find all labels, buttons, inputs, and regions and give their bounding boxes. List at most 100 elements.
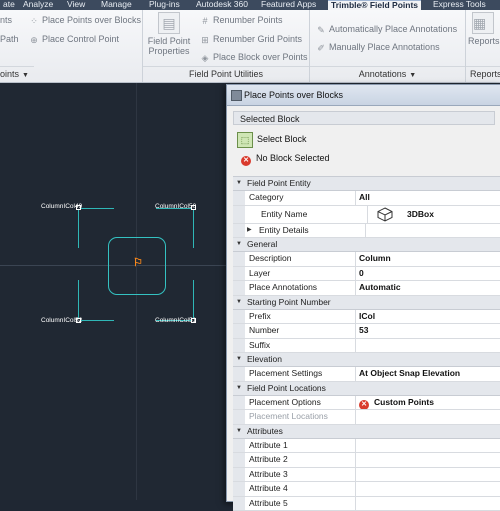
guide-line [193,280,194,320]
property-value[interactable]: Automatic [356,281,500,295]
place-points-over-blocks-dialog: Place Points over Blocks Selected Block … [226,84,500,502]
renumber-points-button[interactable]: #Renumber Points [200,15,283,26]
automatically-place-annotations-button[interactable]: ✎Automatically Place Annotations [316,24,457,35]
manual-annotate-icon: ✐ [316,44,326,53]
property-value[interactable]: 0 [356,267,500,281]
tab-trimble-field-points[interactable]: Trimble® Field Points [328,0,421,10]
property-key: Category [245,191,356,205]
guide-line [78,208,79,248]
property-value[interactable] [356,482,500,496]
property-value: Custom Points [374,397,434,407]
property-row-entity-details[interactable]: ▶Entity Details [233,224,500,239]
guide-line [78,208,114,209]
app-icon [231,90,242,101]
property-key: Placement Settings [245,367,356,381]
property-row-placement-settings[interactable]: Placement SettingsAt Object Snap Elevati… [233,367,500,382]
tab-manage[interactable]: Manage [98,0,135,10]
section-field-point-locations[interactable]: ▼Field Point Locations [233,382,500,396]
property-key: Prefix [245,310,356,324]
section-elevation[interactable]: ▼Elevation [233,353,500,367]
place-points-over-blocks-button[interactable]: ⁘Place Points over Blocks [29,15,141,26]
property-value[interactable] [356,468,500,482]
tab-featured-apps[interactable]: Featured Apps [258,0,319,10]
report-icon: ▦ [472,12,494,34]
property-key: Attribute 4 [245,482,356,496]
no-block-text: No Block Selected [256,153,330,163]
property-value[interactable] [356,339,500,353]
property-value[interactable] [366,224,500,238]
section-label: General [247,239,277,249]
property-row-attribute-5[interactable]: Attribute 5 [233,497,500,511]
property-key: Attribute 3 [245,468,356,482]
select-block-label: Select Block [257,134,307,144]
property-row-attribute-3[interactable]: Attribute 3 [233,468,500,483]
property-value[interactable]: 53 [356,324,500,338]
tab-plugins[interactable]: Plug-ins [146,0,183,10]
property-row-prefix[interactable]: PrefixICol [233,310,500,325]
tab-express-tools[interactable]: Express Tools [430,0,489,10]
place-control-point-button[interactable]: ⊕Place Control Point [29,34,119,45]
tab-create[interactable]: ate [0,0,18,10]
collapse-icon: ▼ [236,353,242,366]
property-value-placement-options[interactable]: ✕Custom Points [356,396,500,410]
property-key: Place Annotations [245,281,356,295]
property-row-attribute-1[interactable]: Attribute 1 [233,439,500,454]
property-row-place-annotations[interactable]: Place AnnotationsAutomatic [233,281,500,296]
ribbon-item-points-truncated[interactable]: nts [0,15,12,25]
ribbon-item-path-truncated[interactable]: Path [0,34,19,44]
property-value[interactable] [356,453,500,467]
section-field-point-entity[interactable]: ▼Field Point Entity [233,177,500,191]
property-value[interactable]: All [356,191,500,205]
expand-icon[interactable]: ▶ [247,224,252,238]
property-value[interactable] [356,439,500,453]
property-row-entity-name[interactable]: Entity Name3DBox [233,206,500,224]
ribbon-group-annotations[interactable]: Annotations▼ [310,66,465,82]
property-key: Suffix [245,339,356,353]
property-key: Entity Name [245,206,368,223]
place-block-over-points-button[interactable]: ◈Place Block over Points [200,52,308,63]
dialog-title-bar[interactable]: Place Points over Blocks [227,85,500,106]
cube-icon [377,207,393,222]
ribbon-group-label: Annotations [359,69,407,79]
collapse-icon: ▼ [236,296,242,309]
error-icon: ✕ [241,156,251,166]
ribbon-group-points[interactable]: oints▼ [0,66,34,82]
renumber-grid-points-button[interactable]: ⊞Renumber Grid Points [200,34,302,45]
property-value[interactable]: At Object Snap Elevation [356,367,500,381]
field-point-properties-button[interactable]: ▤ Field Point Properties [146,12,192,56]
guide-line [78,320,114,321]
property-row-description[interactable]: DescriptionColumn [233,252,500,267]
property-key: Attribute 1 [245,439,356,453]
property-row-category[interactable]: CategoryAll [233,191,500,206]
property-key: Description [245,252,356,266]
section-label: Attributes [247,426,283,436]
property-row-attribute-4[interactable]: Attribute 4 [233,482,500,497]
select-block-button[interactable]: ⬚Select Block [237,130,307,148]
ribbon-item-label: Renumber Grid Points [213,34,302,44]
reports-button[interactable]: ▦ Reports [468,12,500,46]
properties-icon: ▤ [158,12,180,34]
tab-autodesk-360[interactable]: Autodesk 360 [193,0,251,10]
section-general[interactable]: ▼General [233,238,500,252]
ribbon-group-label: oints [0,69,19,79]
property-value-entity-name[interactable]: 3DBox [368,206,500,223]
ribbon-group-field-point-utilities: Field Point Utilities [143,66,309,82]
ribbon-item-label: nts [0,15,12,25]
property-value[interactable]: Column [356,252,500,266]
property-value[interactable] [356,497,500,511]
property-value[interactable]: ICol [356,310,500,324]
property-key: Attribute 2 [245,453,356,467]
property-row-attribute-2[interactable]: Attribute 2 [233,453,500,468]
property-row-placement-options[interactable]: Placement Options✕Custom Points [233,396,500,411]
property-row-layer[interactable]: Layer0 [233,267,500,282]
ribbon-item-label: Path [0,34,19,44]
property-row-suffix[interactable]: Suffix [233,339,500,354]
manually-place-annotations-button[interactable]: ✐Manually Place Annotations [316,42,440,53]
section-starting-point-number[interactable]: ▼Starting Point Number [233,296,500,310]
tab-analyze[interactable]: Analyze [20,0,56,10]
tab-view[interactable]: View [64,0,88,10]
property-row-number[interactable]: Number53 [233,324,500,339]
guide-line [78,280,79,320]
selected-block-header: Selected Block [233,111,495,125]
section-attributes[interactable]: ▼Attributes [233,425,500,439]
